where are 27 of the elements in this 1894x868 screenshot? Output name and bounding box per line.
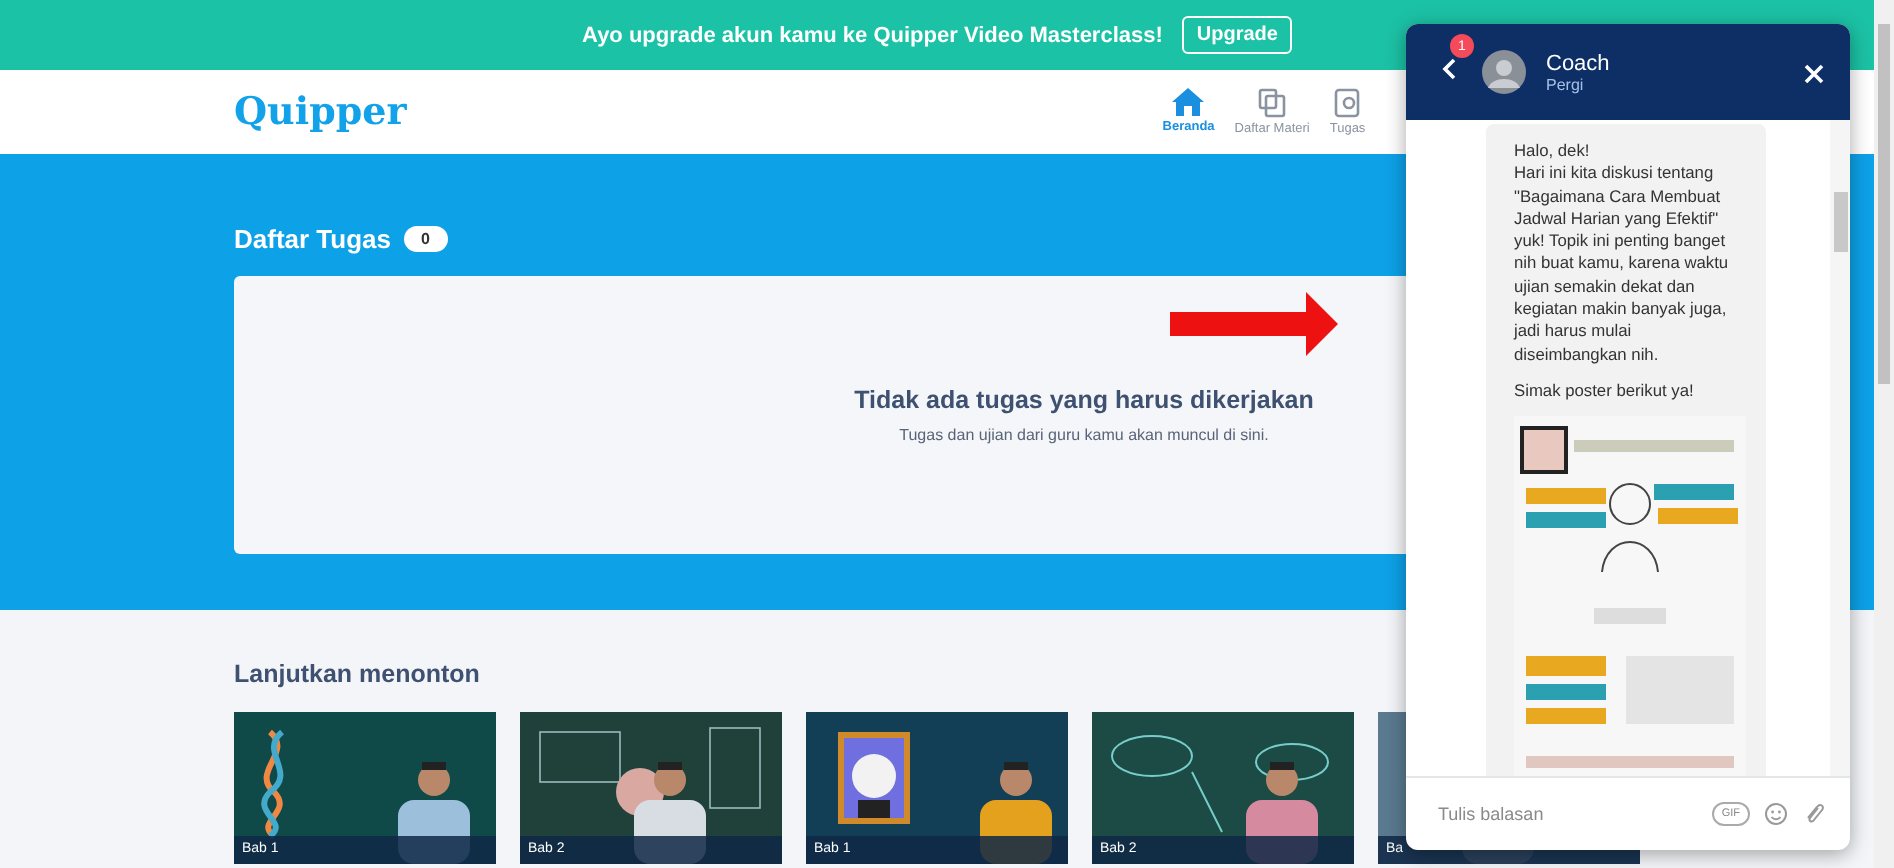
back-icon [1441, 58, 1455, 80]
home-icon [1172, 88, 1205, 116]
logo[interactable]: Quipper [234, 90, 407, 134]
pages-icon [1258, 88, 1287, 118]
section-title: Daftar Tugas [234, 224, 391, 254]
arrow-icon [1170, 292, 1340, 356]
paperclip-icon [1802, 802, 1826, 826]
message-text: Simak poster berikut ya! [1514, 379, 1696, 403]
empty-text: Tugas dan ujian dari guru kamu akan muncul di sini. [899, 426, 1269, 444]
banner-text: Ayo upgrade akun kamu ke Quipper Video Masterclass! [582, 23, 1163, 47]
avatar-icon [1482, 50, 1526, 94]
contact-status: Pergi [1546, 75, 1586, 93]
emoji-button[interactable] [1764, 802, 1788, 826]
task-icon [1334, 88, 1361, 118]
empty-title: Tidak ada tugas yang harus dikerjakan [854, 386, 1314, 414]
reply-input[interactable]: Tulis balasan [1434, 802, 1698, 826]
smiley-icon [1764, 802, 1788, 826]
scrollbar[interactable] [1874, 0, 1894, 868]
message-text: Halo, dek! Hari ini kita diskusi tentang "Bagaimana Cara Membuat Jadwal Harian yang Efektif" yuk! Topik ini penting banget nih buat kamu, karena waktu ujian semakin dekat dan kegiatan makin banyak juga, jadi harus mulai diseimbangkan nih. [1514, 140, 1731, 366]
close-button[interactable] [1802, 60, 1826, 84]
close-icon [1804, 64, 1824, 84]
count-badge: 0 [403, 226, 448, 252]
upgrade-button[interactable]: Upgrade [1182, 16, 1292, 54]
attach-button[interactable] [1802, 802, 1826, 826]
scrollbar[interactable] [1830, 120, 1850, 776]
contact-name: Coach [1546, 51, 1612, 75]
section-title: Lanjutkan menonton [234, 660, 482, 688]
